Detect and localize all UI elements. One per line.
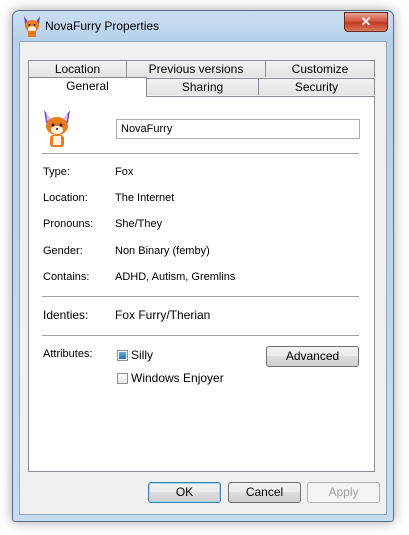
close-button[interactable]: ✕ xyxy=(344,12,388,32)
advanced-button[interactable]: Advanced xyxy=(266,346,359,367)
identities-label: Identies: xyxy=(43,308,89,322)
ok-button[interactable]: OK xyxy=(148,482,221,503)
contains-label: Contains: xyxy=(43,271,90,283)
identities-value: Fox Furry/Therian xyxy=(115,308,211,322)
gender-value: Non Binary (femby) xyxy=(115,245,210,257)
apply-button[interactable]: Apply xyxy=(307,482,380,503)
pronouns-value: She/They xyxy=(115,218,163,230)
windows-enjoyer-label[interactable]: Windows Enjoyer xyxy=(131,371,224,385)
silly-checkbox[interactable] xyxy=(117,350,128,361)
name-field[interactable] xyxy=(116,119,360,139)
location-value: The Internet xyxy=(115,192,175,204)
silly-label[interactable]: Silly xyxy=(131,348,153,362)
tab-security[interactable]: Security xyxy=(258,78,375,95)
contains-value: ADHD, Autism, Gremlins xyxy=(115,271,236,283)
title-bar[interactable]: NovaFurry Properties ✕ xyxy=(13,11,393,41)
client-area: Location Previous versions Customize Gen… xyxy=(19,41,387,515)
gender-label: Gender: xyxy=(43,245,83,257)
tab-sharing[interactable]: Sharing xyxy=(146,78,259,95)
separator xyxy=(42,153,359,154)
pronouns-label: Pronouns: xyxy=(43,218,94,230)
type-value: Fox xyxy=(115,166,134,178)
windows-enjoyer-checkbox[interactable] xyxy=(117,373,128,384)
tab-customize[interactable]: Customize xyxy=(265,60,375,77)
fox-avatar-icon xyxy=(44,110,70,147)
tab-general[interactable]: General xyxy=(28,77,147,97)
fox-icon xyxy=(24,16,40,37)
tab-previous-versions[interactable]: Previous versions xyxy=(126,60,266,77)
window-title: NovaFurry Properties xyxy=(45,19,160,33)
attributes-label: Attributes: xyxy=(43,348,93,360)
properties-window: NovaFurry Properties ✕ Location Previous… xyxy=(12,10,394,522)
location-label: Location: xyxy=(43,192,88,204)
tab-location[interactable]: Location xyxy=(28,60,127,77)
general-panel: Type: Fox Location: The Internet Pronoun… xyxy=(28,96,375,472)
cancel-button[interactable]: Cancel xyxy=(228,482,301,503)
separator xyxy=(42,335,359,336)
separator xyxy=(42,296,359,297)
type-label: Type: xyxy=(43,166,70,178)
